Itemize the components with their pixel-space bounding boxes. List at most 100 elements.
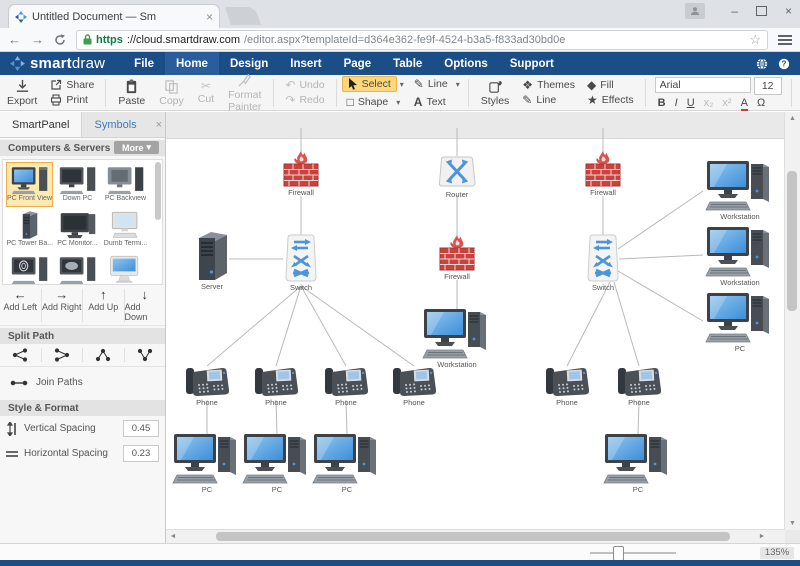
select-dropdown-icon[interactable]: ▾ xyxy=(397,80,407,89)
insert-symbol-button[interactable]: Ω xyxy=(757,97,765,109)
shape-dropdown-icon[interactable]: ▾ xyxy=(393,98,403,107)
horizontal-scroll-thumb[interactable] xyxy=(216,532,730,541)
split-path-right-button[interactable] xyxy=(0,348,42,362)
diagram-node[interactable]: Phone xyxy=(542,365,592,407)
diagram-node[interactable]: PC xyxy=(703,293,777,353)
horizontal-spacing-input[interactable] xyxy=(123,445,159,462)
fill-button[interactable]: ◆ Fill xyxy=(581,79,640,91)
split-path-left-button[interactable] xyxy=(42,348,84,362)
menu-item[interactable]: File xyxy=(123,52,165,75)
symbol-item[interactable] xyxy=(102,252,149,285)
symbol-item[interactable] xyxy=(6,252,53,285)
themes-button[interactable]: ❖ Themes xyxy=(516,79,581,91)
line-dropdown-icon[interactable]: ▾ xyxy=(453,80,463,89)
symbol-item[interactable]: PC Front View xyxy=(6,162,53,207)
redo-button[interactable]: ↷ Redo xyxy=(279,94,330,106)
diagram-node[interactable]: PC xyxy=(310,434,384,494)
split-path-up-button[interactable] xyxy=(125,348,166,362)
help-icon[interactable]: ? xyxy=(778,58,790,70)
print-button[interactable]: Print xyxy=(44,94,100,106)
share-button[interactable]: Share xyxy=(44,79,100,91)
diagram-node[interactable]: Server xyxy=(190,231,234,291)
vertical-scroll-thumb[interactable] xyxy=(787,171,797,311)
more-button[interactable]: More▾ xyxy=(114,141,159,154)
menu-item[interactable]: Table xyxy=(382,52,433,75)
diagram-node[interactable]: PC xyxy=(240,434,314,494)
format-painter-button[interactable]: Format Painter xyxy=(221,73,268,113)
text-tool-button[interactable]: A Text xyxy=(409,95,463,109)
cut-button[interactable]: ✂ Cut xyxy=(191,80,221,105)
diagram-node[interactable]: PC xyxy=(601,434,675,494)
browser-menu-icon[interactable] xyxy=(778,35,792,45)
select-tool-button[interactable]: Select xyxy=(342,76,397,92)
diagram-node[interactable]: Switch xyxy=(279,234,323,292)
vertical-spacing-input[interactable] xyxy=(123,420,159,437)
join-paths-button[interactable]: Join Paths xyxy=(0,367,165,398)
underline-button[interactable]: U xyxy=(687,97,695,109)
line-tool-button[interactable]: ✎ Line xyxy=(409,77,453,91)
menu-item[interactable]: Options xyxy=(433,52,498,75)
symbol-item[interactable]: PC Backview xyxy=(102,162,149,207)
line-style-button[interactable]: ✎ Line xyxy=(516,94,581,106)
diagram-page[interactable]: Firewall Router Firewall xyxy=(166,138,784,532)
symbol-scrollbar[interactable] xyxy=(155,162,161,220)
add-direction-button[interactable]: ↓ Add Down xyxy=(125,289,166,322)
effects-button[interactable]: ★ Effects xyxy=(581,94,640,106)
superscript-button[interactable]: x² xyxy=(722,97,731,109)
diagram-node[interactable]: Switch xyxy=(581,234,625,292)
diagram-node[interactable]: Phone xyxy=(389,365,439,407)
diagram-node[interactable]: Firewall xyxy=(435,235,479,281)
diagram-node[interactable]: Workstation xyxy=(703,227,777,287)
undo-button[interactable]: ↶ Undo xyxy=(279,79,330,91)
symbol-item[interactable]: Dumb Termi... xyxy=(102,207,149,252)
subscript-button[interactable]: x₂ xyxy=(704,97,714,109)
shape-tool-button[interactable]: □ Shape xyxy=(342,95,394,109)
add-direction-button[interactable]: ← Add Left xyxy=(0,289,42,322)
font-color-button[interactable]: A xyxy=(741,97,748,109)
symbol-item[interactable]: PC Monitor... xyxy=(54,207,101,252)
url-field[interactable]: https://cloud.smartdraw.com/editor.aspx?… xyxy=(76,30,768,50)
new-tab-button[interactable] xyxy=(225,7,261,25)
zoom-slider[interactable] xyxy=(590,552,676,554)
back-button[interactable]: ← xyxy=(8,32,21,47)
tab-smartpanel[interactable]: SmartPanel xyxy=(0,112,82,137)
menu-item[interactable]: Page xyxy=(333,52,383,75)
menu-item[interactable]: Support xyxy=(499,52,565,75)
diagram-node[interactable]: Phone xyxy=(321,365,371,407)
tab-symbols[interactable]: Symbols xyxy=(82,112,148,137)
styles-button[interactable]: Styles xyxy=(474,79,517,107)
scroll-down-icon[interactable]: ▼ xyxy=(785,517,800,530)
symbol-item[interactable]: PC Tower Ba... xyxy=(6,207,53,252)
copy-button[interactable]: Copy xyxy=(152,79,191,107)
scroll-right-icon[interactable]: ► xyxy=(755,533,769,540)
diagram-node[interactable]: PC xyxy=(170,434,244,494)
export-button[interactable]: Export xyxy=(0,79,44,107)
diagram-node[interactable]: Firewall xyxy=(581,151,625,197)
paste-button[interactable]: Paste xyxy=(111,79,152,107)
diagram-node[interactable]: Phone xyxy=(614,365,664,407)
window-minimize-button[interactable]: – xyxy=(731,5,738,17)
bold-button[interactable]: B xyxy=(658,97,666,109)
diagram-node[interactable]: Phone xyxy=(251,365,301,407)
forward-button[interactable]: → xyxy=(31,32,44,47)
add-direction-button[interactable]: ↑ Add Up xyxy=(83,289,125,322)
browser-tab[interactable]: Untitled Document — Sm × xyxy=(8,4,220,28)
split-path-down-button[interactable] xyxy=(83,348,125,362)
diagram-node[interactable]: Phone xyxy=(182,365,232,407)
font-size-input[interactable] xyxy=(754,77,782,95)
symbol-item[interactable] xyxy=(54,252,101,285)
window-close-button[interactable]: × xyxy=(785,5,792,17)
scroll-up-icon[interactable]: ▲ xyxy=(785,112,800,125)
canvas-vertical-scrollbar[interactable]: ▲ ▼ xyxy=(784,112,800,530)
reload-button[interactable] xyxy=(54,34,66,46)
diagram-node[interactable]: Firewall xyxy=(279,151,323,197)
browser-profile-button[interactable] xyxy=(685,3,705,19)
window-maximize-button[interactable] xyxy=(756,6,767,16)
diagram-node[interactable]: Router xyxy=(435,155,479,199)
diagram-node[interactable]: Workstation xyxy=(703,161,777,221)
scroll-left-icon[interactable]: ◄ xyxy=(166,533,180,540)
menu-item[interactable]: Home xyxy=(165,52,219,75)
bookmark-star-icon[interactable]: ☆ xyxy=(749,32,761,48)
canvas-horizontal-scrollbar[interactable]: ◄ ► xyxy=(166,529,785,543)
tab-close-icon[interactable]: × xyxy=(206,10,213,24)
